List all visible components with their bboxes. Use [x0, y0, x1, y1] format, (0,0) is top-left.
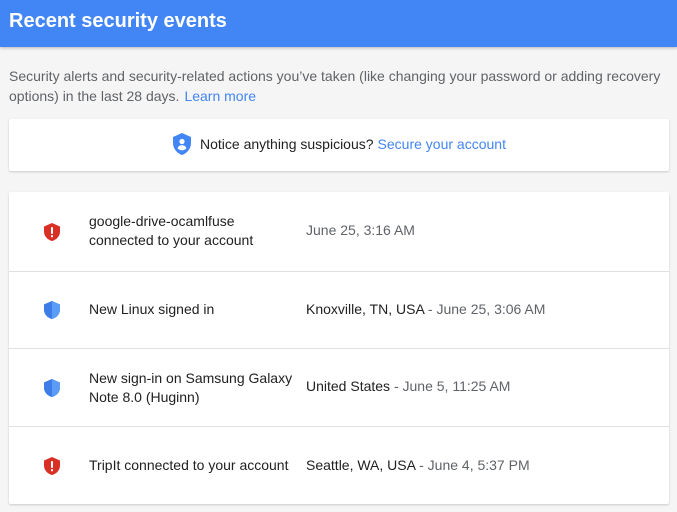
header-bar: Recent security events — [0, 0, 677, 47]
event-row-samsung-signin[interactable]: New sign-in on Samsung Galaxy Note 8.0 (… — [9, 348, 669, 427]
blue-shield-icon — [44, 301, 60, 319]
event-time: June 25, 3:06 AM — [436, 301, 546, 317]
event-location: United States — [306, 378, 391, 394]
notice-text: Notice anything suspicious? — [200, 136, 374, 152]
security-events-list: google-drive-ocamlfuse connected to your… — [9, 192, 669, 504]
notice-content: Notice anything suspicious? Secure your a… — [173, 133, 506, 155]
red-alert-shield-icon — [44, 223, 60, 241]
event-row-ocamlfuse[interactable]: google-drive-ocamlfuse connected to your… — [9, 192, 669, 271]
event-title: google-drive-ocamlfuse connected to your… — [89, 213, 254, 248]
event-meta: June 25, 3:16 AM — [306, 221, 415, 240]
learn-more-link[interactable]: Learn more — [184, 88, 256, 104]
event-row-linux-signin[interactable]: New Linux signed in Knoxville, TN, USA -… — [9, 271, 669, 349]
event-title: New sign-in on Samsung Galaxy Note 8.0 (… — [89, 370, 293, 405]
event-location: Knoxville, TN, USA — [306, 301, 425, 317]
secure-account-link[interactable]: Secure your account — [378, 136, 506, 152]
event-title: TripIt connected to your account — [89, 457, 289, 473]
suspicious-notice-card: Notice anything suspicious? Secure your a… — [9, 119, 669, 171]
event-title: New Linux signed in — [89, 301, 215, 317]
event-location: Seattle, WA, USA — [306, 457, 416, 473]
page-title: Recent security events — [9, 10, 227, 32]
event-separator: - — [390, 378, 403, 394]
event-meta: United States - June 5, 11:25 AM — [306, 377, 510, 396]
event-time: June 4, 5:37 PM — [427, 457, 530, 473]
intro-description: Security alerts and security-related act… — [9, 66, 669, 106]
intro-text: Security alerts and security-related act… — [9, 68, 661, 104]
event-meta: Knoxville, TN, USA - June 25, 3:06 AM — [306, 300, 545, 319]
event-meta: Seattle, WA, USA - June 4, 5:37 PM — [306, 456, 530, 475]
shield-person-icon — [173, 133, 191, 155]
event-time: June 5, 11:25 AM — [402, 378, 511, 394]
event-separator: - — [424, 301, 437, 317]
red-alert-shield-icon — [44, 457, 60, 475]
event-time: June 25, 3:16 AM — [306, 222, 415, 238]
blue-shield-icon — [44, 379, 60, 397]
event-row-tripit[interactable]: TripIt connected to your account Seattle… — [9, 426, 669, 505]
event-separator: - — [415, 457, 428, 473]
